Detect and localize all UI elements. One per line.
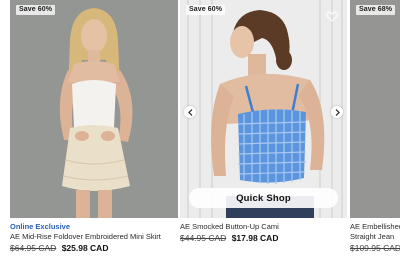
chevron-right-icon: [335, 108, 340, 116]
original-price: $44.95 CAD: [180, 233, 227, 243]
product-image-2[interactable]: Save 60% Quick Shop: [180, 0, 347, 218]
product-title[interactable]: AE Smocked Button-Up Cami: [180, 222, 347, 232]
carousel-next-button[interactable]: [331, 106, 343, 118]
product-price: $109.95 CAD: [350, 243, 400, 254]
original-price: $109.95 CAD: [350, 243, 400, 253]
discount-badge: Save 60%: [186, 5, 226, 15]
product-image-1[interactable]: Save 60%: [10, 0, 178, 218]
chevron-left-icon: [187, 108, 192, 116]
product-price: $44.95 CAD $17.98 CAD: [180, 233, 347, 244]
product-photo-smocked-cami: [180, 0, 347, 218]
product-image-3[interactable]: Save 68%: [350, 0, 400, 218]
sale-price: $25.98 CAD: [61, 243, 109, 253]
product-price: $64.95 CAD $25.98 CAD: [10, 243, 178, 254]
discount-badge: Save 60%: [16, 5, 56, 15]
sale-price: $17.98 CAD: [231, 233, 279, 243]
heart-outline-icon[interactable]: [326, 11, 338, 22]
original-price: $64.95 CAD: [10, 243, 57, 253]
quick-shop-button[interactable]: Quick Shop: [189, 188, 338, 208]
product-title[interactable]: AE Mid-Rise Foldover Embroidered Mini Sk…: [10, 232, 178, 242]
product-card-3[interactable]: Save 68% AE Embellished Straight Jean $1…: [350, 0, 400, 272]
product-photo-straight-jean: [350, 0, 400, 218]
discount-badge: Save 68%: [356, 5, 396, 15]
online-exclusive-label: Online Exclusive: [10, 222, 71, 231]
carousel-prev-button[interactable]: [184, 106, 196, 118]
product-photo-mini-skirt: [10, 0, 178, 218]
product-title[interactable]: AE Embellished Straight Jean: [350, 222, 400, 242]
